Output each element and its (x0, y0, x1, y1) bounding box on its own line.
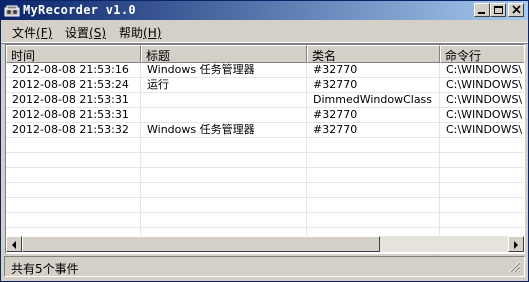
cell-time: 2012-08-08 21:53:32 (6, 123, 141, 137)
cell-cmdline: C:\WINDOWS\ (440, 78, 524, 92)
menu-settings-label: 设置 (65, 26, 90, 40)
column-header-title[interactable]: 标题 (141, 45, 307, 63)
scroll-left-button[interactable] (6, 236, 22, 252)
empty-cell (307, 198, 440, 212)
empty-cell (307, 213, 440, 227)
empty-row (6, 138, 524, 153)
close-icon (512, 5, 521, 14)
column-header-time[interactable]: 时间 (6, 45, 141, 63)
empty-cell (6, 183, 141, 197)
app-window: MyRecorder v1.0 文件(F) 设置(S) 帮助(H) 时间 标题 … (0, 0, 529, 282)
empty-cell (6, 138, 141, 152)
empty-cell (307, 183, 440, 197)
empty-row (6, 198, 524, 213)
empty-row (6, 183, 524, 198)
cell-time: 2012-08-08 21:53:24 (6, 78, 141, 92)
menu-settings-hotkey: (S) (89, 26, 106, 40)
window-title: MyRecorder v1.0 (23, 3, 136, 17)
menu-file-hotkey: (F) (36, 26, 53, 40)
cell-class: DimmedWindowClass (307, 93, 440, 107)
menu-bar: 文件(F) 设置(S) 帮助(H) (1, 20, 528, 43)
scroll-right-button[interactable] (508, 236, 524, 252)
cell-time: 2012-08-08 21:53:16 (6, 63, 141, 77)
cell-title: 运行 (141, 78, 307, 92)
cell-cmdline: C:\WINDOWS\ (440, 63, 524, 77)
resize-grip-icon[interactable] (509, 261, 521, 273)
empty-cell (440, 183, 524, 197)
cell-title (141, 93, 307, 107)
cell-title: Windows 任务管理器 (141, 123, 307, 137)
cell-cmdline: C:\WINDOWS\ (440, 123, 524, 137)
empty-cell (440, 153, 524, 167)
cell-class: #32770 (307, 108, 440, 122)
empty-cell (141, 213, 307, 227)
column-header-class[interactable]: 类名 (307, 45, 440, 63)
empty-cell (440, 213, 524, 227)
maximize-icon (494, 6, 503, 14)
cell-time: 2012-08-08 21:53:31 (6, 108, 141, 122)
empty-cell (307, 153, 440, 167)
empty-row (6, 168, 524, 183)
menu-help-hotkey: (H) (143, 26, 162, 40)
arrow-left-icon (12, 241, 16, 249)
list-header: 时间 标题 类名 命令行 (6, 45, 524, 63)
arrow-right-icon (514, 241, 518, 249)
empty-cell (307, 138, 440, 152)
empty-row (6, 153, 524, 168)
empty-cell (141, 138, 307, 152)
empty-cell (141, 183, 307, 197)
empty-cell (440, 198, 524, 212)
status-bar: 共有5个事件 (4, 256, 525, 277)
cell-class: #32770 (307, 63, 440, 77)
menu-help[interactable]: 帮助(H) (119, 24, 161, 41)
cell-title: Windows 任务管理器 (141, 63, 307, 77)
empty-cell (307, 168, 440, 182)
empty-cell (141, 168, 307, 182)
column-header-cmdline[interactable]: 命令行 (440, 45, 524, 63)
empty-cell (6, 198, 141, 212)
minimize-icon (478, 12, 485, 14)
maximize-button[interactable] (490, 3, 506, 17)
cell-title (141, 108, 307, 122)
menu-file-label: 文件 (12, 26, 37, 40)
menu-help-label: 帮助 (119, 26, 144, 40)
cell-cmdline: C:\WINDOWS\ (440, 93, 524, 107)
empty-cell (6, 213, 141, 227)
table-row[interactable]: 2012-08-08 21:53:31 #32770 C:\WINDOWS\ (6, 108, 524, 123)
horizontal-scrollbar[interactable] (6, 236, 524, 252)
cell-time: 2012-08-08 21:53:31 (6, 93, 141, 107)
empty-cell (6, 168, 141, 182)
empty-cell (440, 138, 524, 152)
empty-cell (141, 198, 307, 212)
minimize-button[interactable] (474, 3, 490, 17)
empty-cell (6, 153, 141, 167)
empty-cell (440, 168, 524, 182)
empty-row (6, 213, 524, 228)
close-button[interactable] (508, 3, 524, 17)
menu-file[interactable]: 文件(F) (12, 24, 52, 41)
list-rows: 2012-08-08 21:53:16 Windows 任务管理器 #32770… (6, 63, 524, 253)
cell-class: #32770 (307, 78, 440, 92)
scroll-thumb[interactable] (22, 236, 380, 252)
cell-class: #32770 (307, 123, 440, 137)
menu-settings[interactable]: 设置(S) (65, 24, 106, 41)
table-row[interactable]: 2012-08-08 21:53:24 运行 #32770 C:\WINDOWS… (6, 78, 524, 93)
event-list[interactable]: 时间 标题 类名 命令行 2012-08-08 21:53:16 Windows… (5, 44, 525, 254)
status-text: 共有5个事件 (11, 262, 79, 276)
table-row[interactable]: 2012-08-08 21:53:16 Windows 任务管理器 #32770… (6, 63, 524, 78)
recorder-icon (4, 3, 20, 18)
table-row[interactable]: 2012-08-08 21:53:32 Windows 任务管理器 #32770… (6, 123, 524, 138)
title-bar[interactable]: MyRecorder v1.0 (1, 1, 528, 20)
empty-cell (141, 153, 307, 167)
table-row[interactable]: 2012-08-08 21:53:31 DimmedWindowClass C:… (6, 93, 524, 108)
cell-cmdline: C:\WINDOWS\ (440, 108, 524, 122)
